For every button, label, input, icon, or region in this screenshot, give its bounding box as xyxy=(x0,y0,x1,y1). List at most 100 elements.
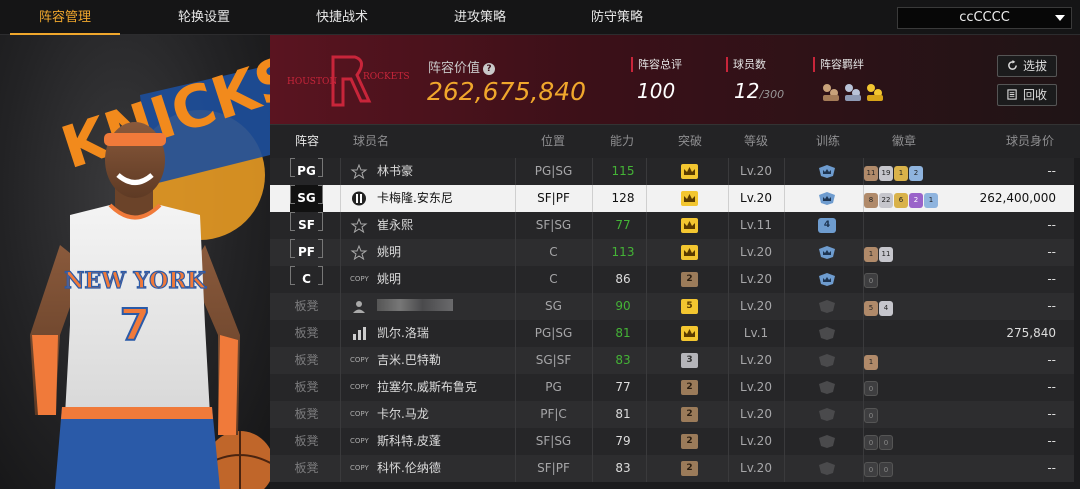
player-name[interactable]: 凯尔.洛瑞 xyxy=(377,320,429,347)
badge-count[interactable]: 22 xyxy=(879,193,893,208)
col-position[interactable]: 位置 xyxy=(541,125,565,158)
table-row[interactable]: PF 姚明 C 113 Lv.20 1 11 -- xyxy=(270,239,1074,266)
tab-defense-strategy[interactable]: 防守策略 xyxy=(562,0,672,35)
bench-label[interactable]: 板凳 xyxy=(290,347,323,374)
bond-icons[interactable] xyxy=(821,81,891,103)
badge-count[interactable]: 19 xyxy=(879,166,893,181)
badge-count[interactable]: 5 xyxy=(864,301,878,316)
tab-quick-tactics[interactable]: 快捷战术 xyxy=(287,0,397,35)
recycle-button[interactable]: 回收 xyxy=(997,84,1057,106)
tab-offense-strategy[interactable]: 进攻策略 xyxy=(425,0,535,35)
training-empty-icon[interactable] xyxy=(818,461,836,476)
lineup-slot[interactable]: PG xyxy=(290,158,323,185)
bench-label[interactable]: 板凳 xyxy=(290,293,323,320)
training-level-badge[interactable]: 4 xyxy=(818,218,836,233)
training-empty-icon[interactable] xyxy=(818,326,836,341)
bench-label[interactable]: 板凳 xyxy=(290,374,323,401)
badge-count[interactable]: 0 xyxy=(879,462,893,477)
table-row[interactable]: 板凳 COPY 卡尔.马龙 PF|C 81 2 Lv.20 0 -- xyxy=(270,401,1074,428)
col-level[interactable]: 等级 xyxy=(744,125,768,158)
bench-label[interactable]: 板凳 xyxy=(290,455,323,482)
column-divider xyxy=(784,185,785,212)
lineup-value-label-text: 阵容价值 xyxy=(428,61,481,76)
badge-list: 0 xyxy=(864,272,879,288)
badge-count[interactable]: 0 xyxy=(864,381,878,396)
star-icon xyxy=(350,163,368,180)
column-divider xyxy=(340,401,341,428)
table-row[interactable]: PG 林书豪 PG|SG 115 Lv.20 11 19 1 2 -- xyxy=(270,158,1074,185)
player-name[interactable]: 拉塞尔.威斯布鲁克 xyxy=(377,374,477,401)
account-select[interactable]: ccCCCC xyxy=(897,7,1072,29)
player-name[interactable]: 斯科特.皮蓬 xyxy=(377,428,441,455)
table-row[interactable]: 板凳 COPY 斯科特.皮蓬 SF|SG 79 2 Lv.20 0 0 -- xyxy=(270,428,1074,455)
column-divider xyxy=(340,185,341,212)
player-price: -- xyxy=(1047,272,1056,286)
training-crown-icon[interactable] xyxy=(818,245,836,260)
player-name[interactable]: 卡尔.马龙 xyxy=(377,401,429,428)
tab-rotation-settings[interactable]: 轮换设置 xyxy=(149,0,259,35)
badge-count[interactable]: 8 xyxy=(864,193,878,208)
table-row[interactable]: C COPY 姚明 C 86 2 Lv.20 0 -- xyxy=(270,266,1074,293)
overall-rating-value: 100 xyxy=(637,79,676,103)
training-empty-icon[interactable] xyxy=(818,434,836,449)
badge-count[interactable]: 1 xyxy=(864,247,878,262)
table-row[interactable]: SF 崔永熙 SF|SG 77 Lv.11 4 -- xyxy=(270,212,1074,239)
col-name[interactable]: 球员名 xyxy=(353,125,389,158)
training-empty-icon[interactable] xyxy=(818,380,836,395)
account-select-value: ccCCCC xyxy=(959,10,1010,25)
training-empty-icon[interactable] xyxy=(818,353,836,368)
badge-count[interactable]: 6 xyxy=(894,193,908,208)
column-divider xyxy=(592,266,593,293)
table-row[interactable]: 板凳 SG 90 5 Lv.20 5 4 -- xyxy=(270,293,1074,320)
training-crown-icon[interactable] xyxy=(818,191,836,206)
col-price[interactable]: 球员身价 xyxy=(1006,125,1054,158)
badge-list: 0 xyxy=(864,380,879,396)
table-row[interactable]: 板凳 COPY 科怀.伦纳德 SF|PF 83 2 Lv.20 0 0 -- xyxy=(270,455,1074,482)
table-row[interactable]: 板凳 COPY 吉米.巴特勒 SG|SF 83 3 Lv.20 1 -- xyxy=(270,347,1074,374)
badge-count[interactable]: 11 xyxy=(864,166,878,181)
badge-count[interactable]: 0 xyxy=(864,408,878,423)
player-name[interactable]: 林书豪 xyxy=(377,158,413,185)
lineup-slot[interactable]: SF xyxy=(290,212,323,239)
player-name[interactable] xyxy=(377,293,453,320)
col-breakthrough[interactable]: 突破 xyxy=(678,125,702,158)
player-name[interactable]: 姚明 xyxy=(377,266,401,293)
badge-count[interactable]: 0 xyxy=(864,273,878,288)
player-name[interactable]: 吉米.巴特勒 xyxy=(377,347,441,374)
training-empty-icon[interactable] xyxy=(818,299,836,314)
training-crown-icon[interactable] xyxy=(818,164,836,179)
col-badges[interactable]: 徽章 xyxy=(892,125,916,158)
badge-count[interactable]: 2 xyxy=(909,166,923,181)
column-divider xyxy=(592,401,593,428)
badge-count[interactable]: 0 xyxy=(864,435,878,450)
table-row[interactable]: SG 卡梅隆.安东尼 SF|PF 128 Lv.20 8 22 6 2 1 262,400,000 xyxy=(270,185,1074,212)
col-training[interactable]: 训练 xyxy=(816,125,840,158)
badge-count[interactable]: 1 xyxy=(864,355,878,370)
lineup-slot[interactable]: SG xyxy=(290,185,323,212)
bench-label[interactable]: 板凳 xyxy=(290,401,323,428)
bench-label[interactable]: 板凳 xyxy=(290,428,323,455)
badge-count[interactable]: 2 xyxy=(909,193,923,208)
badge-count[interactable]: 1 xyxy=(894,166,908,181)
player-name[interactable]: 科怀.伦纳德 xyxy=(377,455,441,482)
tab-lineup-management[interactable]: 阵容管理 xyxy=(10,0,120,35)
lineup-slot[interactable]: C xyxy=(290,266,323,293)
badge-count[interactable]: 4 xyxy=(879,301,893,316)
lineup-slot[interactable]: PF xyxy=(290,239,323,266)
bench-label[interactable]: 板凳 xyxy=(290,320,323,347)
player-name[interactable]: 卡梅隆.安东尼 xyxy=(377,185,453,212)
table-row[interactable]: 板凳 凯尔.洛瑞 PG|SG 81 Lv.1 275,840 xyxy=(270,320,1074,347)
col-lineup[interactable]: 阵容 xyxy=(295,125,319,158)
col-ability[interactable]: 能力 xyxy=(610,125,634,158)
help-icon[interactable]: ? xyxy=(483,63,496,75)
draft-button[interactable]: 选拔 xyxy=(997,55,1057,77)
training-crown-icon[interactable] xyxy=(818,272,836,287)
badge-count[interactable]: 0 xyxy=(879,435,893,450)
badge-count[interactable]: 1 xyxy=(924,193,938,208)
badge-count[interactable]: 0 xyxy=(864,462,878,477)
table-row[interactable]: 板凳 COPY 拉塞尔.威斯布鲁克 PG 77 2 Lv.20 0 -- xyxy=(270,374,1074,401)
training-empty-icon[interactable] xyxy=(818,407,836,422)
player-name[interactable]: 崔永熙 xyxy=(377,212,413,239)
badge-count[interactable]: 11 xyxy=(879,247,893,262)
player-name[interactable]: 姚明 xyxy=(377,239,401,266)
